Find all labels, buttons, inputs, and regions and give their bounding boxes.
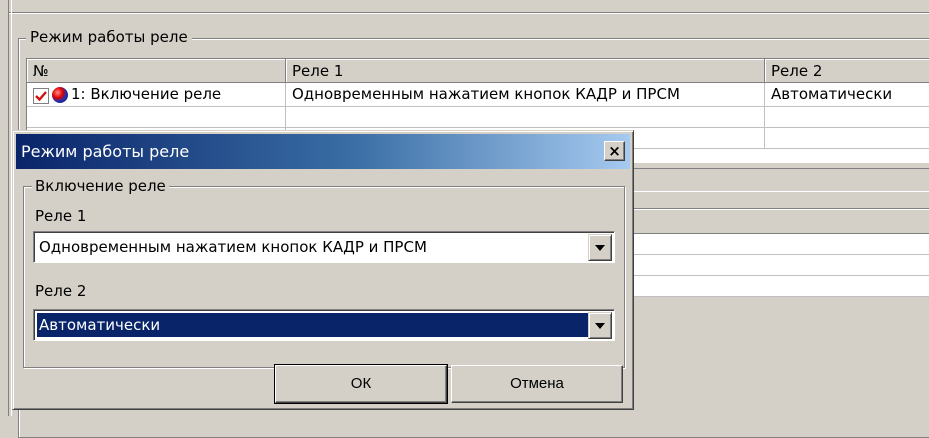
column-header-relay2[interactable]: Реле 2 xyxy=(765,59,929,83)
row-number-cell: 1: Включение реле xyxy=(71,85,222,103)
background-secondary-row xyxy=(626,255,929,276)
relay-mode-dialog: Режим работы реле × Включение реле Реле … xyxy=(12,130,634,410)
row-relay1-text: Одновременным нажатием кнопок КАДР и ПРС… xyxy=(292,85,680,103)
relay2-select-value: Автоматически xyxy=(37,313,588,337)
column-header-number-label: № xyxy=(33,62,49,80)
relay1-select-value: Одновременным нажатием кнопок КАДР и ПРС… xyxy=(39,238,427,256)
relay2-dropdown-button[interactable] xyxy=(588,312,612,339)
top-panel-divider xyxy=(8,12,929,14)
cancel-button[interactable]: Отмена xyxy=(451,365,623,403)
empty-row-cell xyxy=(27,107,286,128)
row-relay2-cell[interactable]: Автоматически xyxy=(765,83,929,107)
background-secondary-row xyxy=(626,234,929,255)
status-ball-icon xyxy=(52,87,68,103)
relay1-label: Реле 1 xyxy=(35,207,87,225)
background-secondary-table xyxy=(626,208,929,312)
column-header-relay2-label: Реле 2 xyxy=(771,62,823,80)
relay1-dropdown-button[interactable] xyxy=(588,234,612,261)
empty-row-cell xyxy=(765,107,929,128)
relay1-select[interactable]: Одновременным нажатием кнопок КАДР и ПРС… xyxy=(33,231,615,263)
empty-row-cell xyxy=(765,128,929,149)
table-row[interactable]: 1: Включение реле xyxy=(27,83,286,107)
background-secondary-row xyxy=(626,276,929,297)
row-relay2-text: Автоматически xyxy=(771,85,893,103)
column-header-relay1[interactable]: Реле 1 xyxy=(286,59,765,83)
groupbox-title: Режим работы реле xyxy=(26,26,192,48)
relay-enable-group-title: Включение реле xyxy=(32,175,169,197)
dialog-title: Режим работы реле xyxy=(21,142,190,161)
close-button[interactable]: × xyxy=(604,141,625,161)
chevron-down-icon xyxy=(595,323,605,329)
row-relay1-cell[interactable]: Одновременным нажатием кнопок КАДР и ПРС… xyxy=(286,83,765,107)
ok-button[interactable]: ОК xyxy=(274,364,448,404)
chevron-down-icon xyxy=(595,245,605,251)
checkbox-checked-icon[interactable] xyxy=(33,88,49,104)
column-header-relay1-label: Реле 1 xyxy=(292,62,344,80)
empty-row-cell xyxy=(286,107,765,128)
background-secondary-header xyxy=(626,208,929,234)
background-divider-panel xyxy=(626,168,929,192)
dialog-titlebar[interactable]: Режим работы реле × xyxy=(16,134,630,169)
column-header-number[interactable]: № xyxy=(27,59,286,83)
relay2-select[interactable]: Автоматически xyxy=(33,309,615,341)
close-icon: × xyxy=(608,142,621,160)
top-panel xyxy=(0,0,929,14)
relay2-label: Реле 2 xyxy=(35,282,87,300)
